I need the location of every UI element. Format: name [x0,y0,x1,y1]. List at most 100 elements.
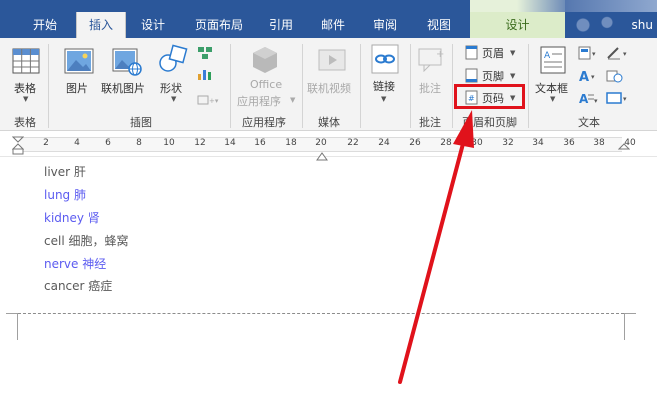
ruler-number: 16 [254,138,266,148]
user-name[interactable]: shu [632,12,653,38]
online-picture-button[interactable]: 联机图片 [101,80,145,96]
group-label-illustrations: 插图 [130,116,152,129]
text-box-dropdown-icon[interactable]: ▼ [550,95,555,103]
table-icon [12,48,40,78]
shapes-icon [157,44,189,80]
ruler-number: 8 [136,138,142,148]
svg-text:▾: ▾ [623,50,627,58]
ruler-number: 32 [502,138,514,148]
document-line[interactable]: cell 细胞，蜂窝 [44,232,128,249]
document-line[interactable]: liver 肝 [44,163,86,180]
link-button[interactable]: 链接 [373,78,395,94]
tab-home[interactable]: 开始 [22,12,68,38]
tab-review[interactable]: 审阅 [362,12,408,38]
margin-mark-right [624,314,625,340]
title-bar [0,0,657,12]
tab-contextual-design[interactable]: 设计 [470,12,565,38]
group-label-apps: 应用程序 [242,116,286,129]
group-label-tables: 表格 [14,116,36,129]
svg-text:A: A [544,51,551,61]
footer-dropdown-icon[interactable]: ▼ [510,72,515,80]
tab-insert[interactable]: 插入 [76,12,126,39]
online-video-button[interactable]: 联机视频 [307,80,351,96]
wordart-icon[interactable]: A ▾ [578,68,600,87]
shapes-dropdown-icon[interactable]: ▼ [171,95,176,103]
tab-mailings[interactable]: 邮件 [310,12,356,38]
margin-mark-left [17,314,18,340]
chart-icon[interactable] [197,66,213,85]
link-icon [371,44,399,78]
svg-text:▾: ▾ [592,50,596,58]
ruler-number: 20 [315,138,327,148]
margin-mark-left-h [6,313,18,314]
date-time-icon[interactable] [606,68,626,87]
header-dropdown-icon[interactable]: ▼ [510,49,515,57]
svg-text:▾: ▾ [623,95,627,103]
group-separator [528,44,529,128]
svg-text:+: + [436,49,444,60]
office-apps-label-2: 应用程序 [237,95,281,108]
svg-text:A: A [579,92,589,105]
ruler-number: 24 [378,138,390,148]
group-separator [302,44,303,128]
tab-stop-icon[interactable] [316,146,328,165]
ruler-number: 2 [43,138,49,148]
header-button[interactable]: 页眉 [482,45,504,61]
ruler-number: 4 [74,138,80,148]
ruler-number: 14 [224,138,236,148]
svg-text:▾: ▾ [591,73,595,81]
comment-button[interactable]: 批注 [419,80,441,96]
group-separator [360,44,361,128]
text-box-icon: A [540,46,566,78]
drop-cap-icon[interactable]: A ▾ [578,90,600,109]
group-separator [48,44,49,128]
object-icon[interactable]: ▾ [606,90,632,109]
office-apps-icon [252,46,278,78]
svg-text:A: A [579,70,589,83]
svg-text:▾: ▾ [594,97,598,105]
signature-line-icon[interactable]: ▾ [606,45,632,64]
picture-icon [64,46,94,80]
ruler-number: 6 [105,138,111,148]
ruler-number: 34 [532,138,544,148]
shapes-button[interactable]: 形状 [160,80,182,96]
document-line[interactable]: lung 肺 [44,186,86,203]
ruler-number: 12 [194,138,206,148]
ruler-number: 38 [593,138,605,148]
tab-bar-decoration [565,12,625,38]
svg-text:+▾: +▾ [209,97,219,105]
red-arrow-icon [398,110,474,384]
document-line[interactable]: kidney 肾 [44,209,100,226]
ruler-number: 36 [563,138,575,148]
tab-view[interactable]: 视图 [414,12,464,38]
screenshot-icon[interactable]: +▾ [197,91,221,110]
group-separator [230,44,231,128]
ruler-number: 22 [347,138,359,148]
quick-parts-icon[interactable]: ▾ [578,45,600,64]
link-dropdown-icon[interactable]: ▼ [381,95,386,103]
page-break-line [18,313,624,314]
text-box-button[interactable]: 文本框 [535,80,568,96]
online-picture-icon [112,46,142,80]
footer-button[interactable]: 页脚 [482,68,504,84]
tab-page-layout[interactable]: 页面布局 [186,12,252,38]
office-apps-button[interactable]: Office [250,78,282,91]
table-dropdown-icon[interactable]: ▼ [23,95,28,103]
tab-references[interactable]: 引用 [258,12,304,38]
table-button[interactable]: 表格 [14,80,36,96]
ruler-number: 18 [285,138,297,148]
smartart-icon[interactable] [197,45,213,64]
group-label-media: 媒体 [318,116,340,129]
group-label-text: 文本 [578,116,600,129]
margin-mark-right-h [624,313,636,314]
ruler-number: 10 [163,138,175,148]
tab-design[interactable]: 设计 [130,12,176,38]
document-line[interactable]: cancer 癌症 [44,277,112,294]
document-line[interactable]: nerve 神经 [44,255,106,272]
office-apps-dropdown-icon[interactable]: ▼ [290,96,295,104]
picture-button[interactable]: 图片 [66,80,88,96]
ruler-number: 40 [624,138,636,148]
title-decoration [517,0,657,12]
header-icon [465,45,478,64]
indent-marker-icon[interactable] [11,136,25,160]
